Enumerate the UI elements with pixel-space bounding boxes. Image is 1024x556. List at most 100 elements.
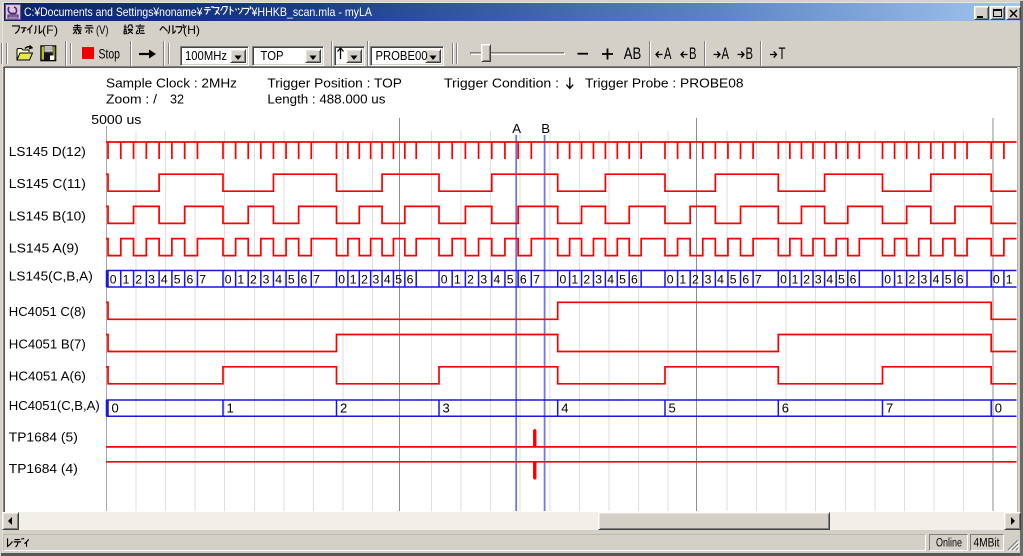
svg-text:0: 0 (560, 273, 567, 287)
svg-text:0: 0 (441, 273, 448, 287)
svg-text:0: 0 (667, 273, 674, 287)
svg-text:4: 4 (275, 273, 282, 287)
svg-text:B: B (541, 121, 550, 136)
svg-text:5: 5 (730, 273, 737, 287)
svg-text:2: 2 (467, 273, 474, 287)
svg-text:(V): (V) (96, 24, 109, 37)
svg-text:0: 0 (112, 400, 119, 415)
svg-text:6: 6 (300, 273, 307, 287)
svg-text:HC4051 A(6): HC4051 A(6) (9, 369, 86, 384)
svg-text:A: A (722, 45, 730, 63)
svg-text:3: 3 (148, 273, 155, 287)
svg-text:2: 2 (361, 273, 368, 287)
svg-text:B: B (746, 45, 754, 63)
svg-text:0: 0 (995, 400, 1002, 415)
svg-text:2: 2 (135, 273, 142, 287)
svg-text:4: 4 (717, 273, 724, 287)
svg-text:1: 1 (350, 273, 357, 287)
svg-text:LS145 C(11): LS145 C(11) (9, 176, 86, 191)
svg-text:7: 7 (313, 273, 320, 287)
svg-text:5: 5 (507, 273, 514, 287)
svg-text:6: 6 (520, 273, 527, 287)
svg-text:4: 4 (561, 400, 568, 415)
svg-text:Sample Clock : 2MHz: Sample Clock : 2MHz (106, 75, 237, 90)
svg-text:0: 0 (884, 273, 891, 287)
svg-text:TOP: TOP (261, 49, 284, 63)
svg-text:LS145 D(12): LS145 D(12) (9, 144, 86, 159)
svg-text:Online: Online (936, 536, 962, 550)
svg-text:AB: AB (624, 45, 642, 63)
svg-text:7: 7 (533, 273, 540, 287)
svg-text:Trigger Position : TOP: Trigger Position : TOP (267, 75, 402, 90)
svg-text:LS145 B(10): LS145 B(10) (9, 208, 86, 223)
svg-text:0: 0 (993, 273, 1000, 287)
svg-text:1: 1 (1006, 273, 1013, 287)
svg-text:1: 1 (679, 273, 686, 287)
svg-text:0: 0 (225, 273, 232, 287)
svg-text:3: 3 (372, 273, 379, 287)
svg-text:5000 us: 5000 us (91, 112, 141, 127)
svg-text:Length : 488.000 us: Length : 488.000 us (267, 91, 385, 106)
svg-text:6: 6 (742, 273, 749, 287)
svg-text:3: 3 (263, 273, 270, 287)
svg-text:(F): (F) (42, 24, 58, 37)
svg-text:1: 1 (571, 273, 578, 287)
svg-text:4: 4 (494, 273, 501, 287)
svg-text:HC4051 B(7): HC4051 B(7) (9, 336, 86, 351)
svg-text:4: 4 (161, 273, 168, 287)
svg-text:6: 6 (782, 400, 789, 415)
svg-text:1: 1 (454, 273, 461, 287)
svg-text:3: 3 (595, 273, 602, 287)
svg-text:5: 5 (945, 273, 952, 287)
svg-text:1: 1 (227, 400, 234, 415)
svg-text:6: 6 (850, 273, 857, 287)
svg-text:PROBE00: PROBE00 (376, 49, 428, 63)
svg-text:HC4051 C(8): HC4051 C(8) (9, 304, 86, 319)
svg-text:3: 3 (443, 400, 450, 415)
svg-text:2: 2 (583, 273, 590, 287)
svg-text:B: B (689, 45, 697, 63)
svg-text:3: 3 (815, 273, 822, 287)
svg-text:4: 4 (384, 273, 391, 287)
svg-text:5: 5 (174, 273, 181, 287)
svg-text:5: 5 (669, 400, 676, 415)
svg-text:0: 0 (780, 273, 787, 287)
svg-text:TP1684 (4): TP1684 (4) (9, 461, 78, 476)
svg-text:Trigger Probe : PROBE08: Trigger Probe : PROBE08 (585, 75, 744, 90)
svg-text:C:¥Documents and Settings¥nona: C:¥Documents and Settings¥noname¥ (24, 6, 203, 19)
svg-text:0: 0 (338, 273, 345, 287)
svg-text:6: 6 (957, 273, 964, 287)
svg-text:3: 3 (921, 273, 928, 287)
svg-text:7: 7 (886, 400, 893, 415)
svg-text:4: 4 (826, 273, 833, 287)
svg-text:4: 4 (607, 273, 614, 287)
svg-text:6: 6 (186, 273, 193, 287)
svg-text:4: 4 (933, 273, 940, 287)
svg-text:Zoom : /: Zoom : / (106, 91, 157, 106)
svg-text:5: 5 (395, 273, 402, 287)
svg-text:1: 1 (123, 273, 130, 287)
svg-text:32: 32 (170, 91, 184, 106)
svg-text:HC4051(C,B,A): HC4051(C,B,A) (9, 398, 100, 413)
svg-text:(H): (H) (183, 24, 200, 37)
svg-text:2: 2 (692, 273, 699, 287)
svg-text:2: 2 (908, 273, 915, 287)
svg-text:1: 1 (896, 273, 903, 287)
svg-text:LS145 A(9): LS145 A(9) (9, 241, 79, 256)
svg-text:7: 7 (755, 273, 762, 287)
svg-text:5: 5 (619, 273, 626, 287)
svg-text:0: 0 (110, 273, 117, 287)
svg-text:5: 5 (838, 273, 845, 287)
svg-text:Trigger Condition :: Trigger Condition : (444, 75, 559, 90)
svg-text:T: T (779, 45, 786, 63)
svg-text:2: 2 (803, 273, 810, 287)
svg-text:1: 1 (792, 273, 799, 287)
svg-text:A: A (512, 121, 521, 136)
svg-text:3: 3 (480, 273, 487, 287)
svg-text:TP1684 (5): TP1684 (5) (9, 429, 78, 444)
svg-text:100MHz: 100MHz (185, 49, 227, 63)
svg-text:6: 6 (407, 273, 414, 287)
svg-text:LS145(C,B,A): LS145(C,B,A) (9, 269, 93, 284)
svg-text:Stop: Stop (99, 47, 121, 62)
svg-text:2: 2 (250, 273, 257, 287)
